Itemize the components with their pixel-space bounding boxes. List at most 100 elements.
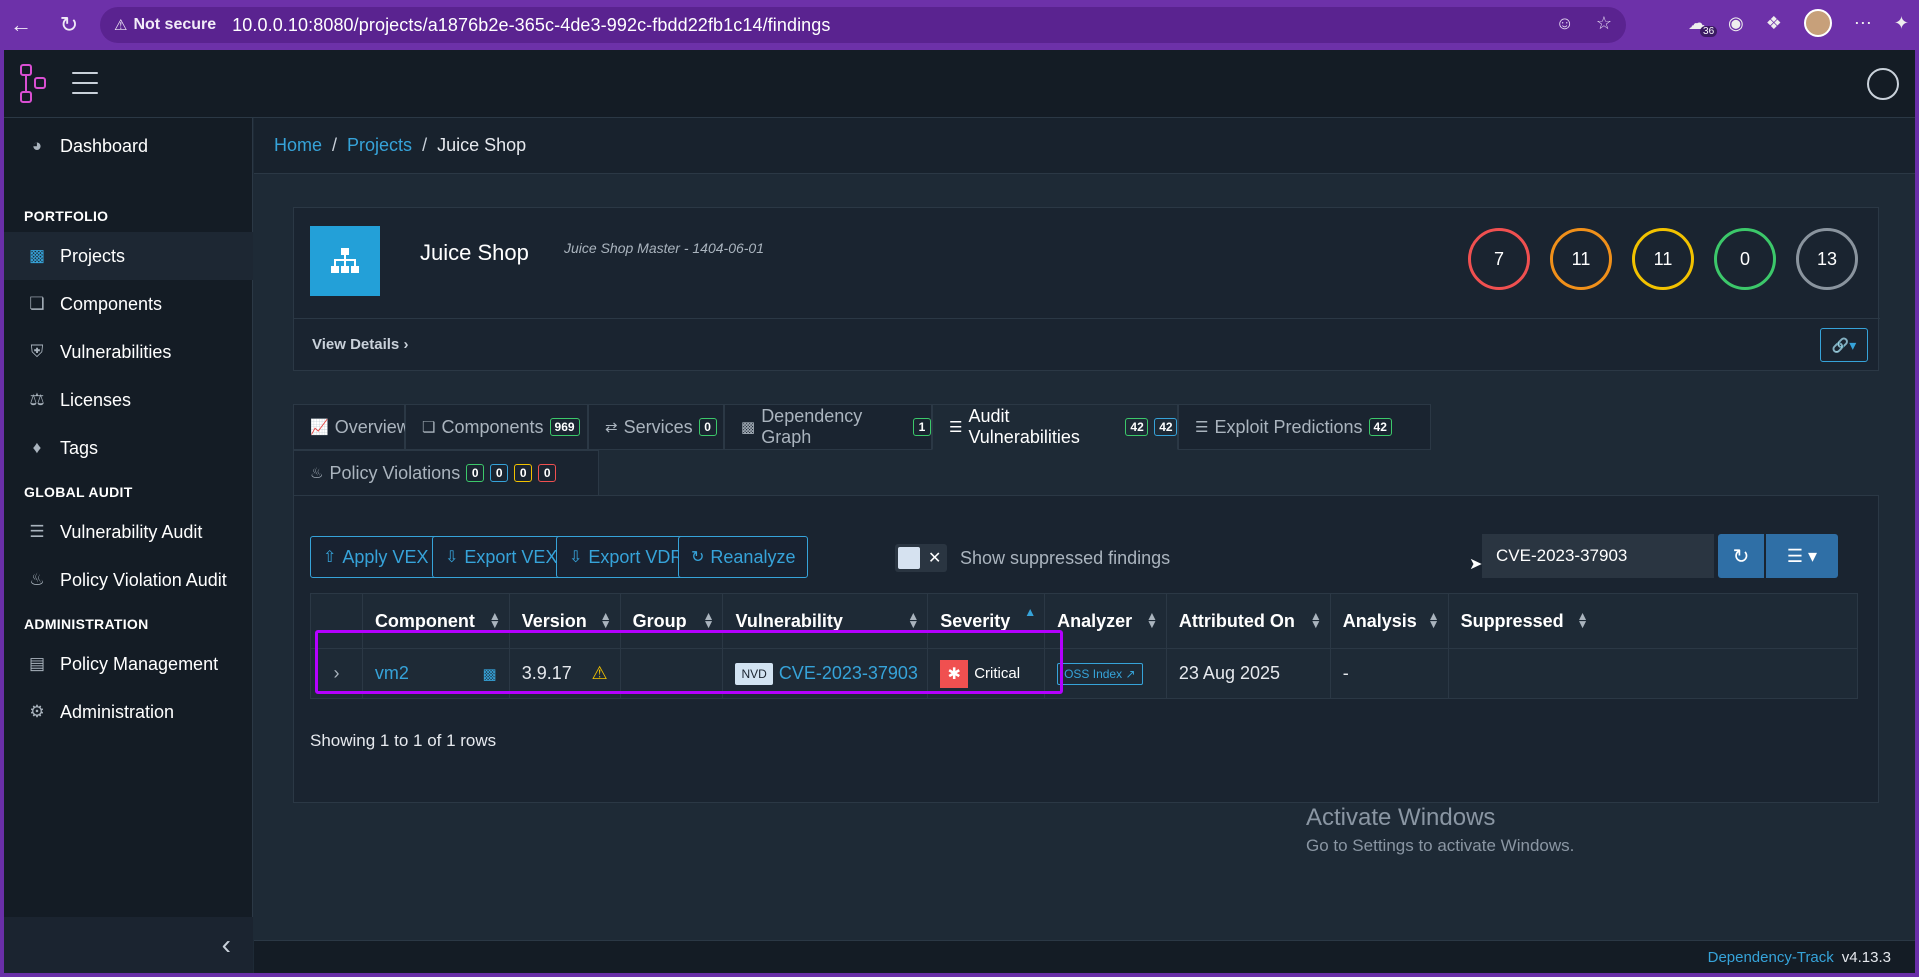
view-details-link[interactable]: View Details › (312, 336, 408, 353)
chart-line-icon: 📈 (310, 419, 329, 436)
bookmark-star-icon[interactable]: ☆ (1596, 13, 1612, 34)
apply-vex-button[interactable]: ⇧ Apply VEX (310, 536, 442, 578)
footer: Dependency-Track v4.13.3 (254, 940, 1915, 973)
column-header-severity[interactable]: Severity ▲ (928, 594, 1046, 648)
sitemap-icon: ▩ (741, 419, 756, 436)
vulnerability-link[interactable]: CVE-2023-37903 (779, 663, 918, 684)
breadcrumb-projects[interactable]: Projects (347, 135, 412, 156)
tab-dependency-graph[interactable]: ▩ Dependency Graph 1 (724, 404, 932, 450)
more-menu-icon[interactable]: ⋯ (1854, 13, 1872, 34)
component-link[interactable]: vm2 (375, 663, 409, 684)
project-links-dropdown-button[interactable]: 🔗▾ (1820, 328, 1868, 362)
balance-scale-icon: ⚖ (29, 390, 45, 409)
sidebar-item-policy-violation-audit[interactable]: ♨ Policy Violation Audit (4, 556, 253, 604)
analysis-cell: - (1331, 649, 1449, 698)
breadcrumb-separator: / (332, 135, 338, 155)
chevron-right-icon: › (403, 336, 409, 353)
reanalyze-button[interactable]: ↻ Reanalyze (678, 536, 809, 578)
show-suppressed-label: Show suppressed findings (960, 548, 1171, 568)
sidebar-item-licenses[interactable]: ⚖ Licenses (4, 376, 253, 424)
app-window: ◕ Dashboard PORTFOLIO ▩ Projects ❏ Compo… (4, 50, 1915, 973)
oss-index-link[interactable]: OSS Index ↗ (1057, 662, 1143, 685)
url-text[interactable]: 10.0.0.10:8080/projects/a1876b2e-365c-4d… (232, 15, 830, 36)
external-link-icon: ↗ (1125, 666, 1136, 681)
sidebar-item-policy-management[interactable]: ▤ Policy Management (4, 640, 253, 688)
hamburger-menu-icon[interactable] (72, 72, 98, 94)
expand-row-chevron-icon[interactable]: › (311, 649, 363, 698)
tab-exploit-predictions[interactable]: ☰ Exploit Predictions 42 (1178, 404, 1431, 450)
refresh-icon: ↻ (691, 549, 705, 566)
link-icon: 🔗▾ (1831, 336, 1857, 353)
sidebar-item-vulnerabilities[interactable]: ⛨ Vulnerabilities (4, 328, 253, 376)
dependency-track-logo-icon[interactable] (20, 64, 48, 104)
column-header-component[interactable]: Component ▲ ▼ (363, 594, 510, 648)
group-cell (621, 649, 724, 698)
severity-cell: ✱ Critical (928, 649, 1046, 698)
list-icon: ☰ ▾ (1786, 545, 1818, 566)
profile-avatar[interactable] (1803, 9, 1832, 37)
export-vex-button[interactable]: ⇩ Export VEX (432, 536, 571, 578)
refresh-table-button[interactable]: ↻ (1718, 534, 1764, 578)
tasks-icon: ☰ (949, 419, 963, 436)
download-icon: ⇩ (569, 549, 583, 566)
cubes-icon: ❏ (422, 419, 436, 436)
table-header: Component ▲ ▼ Version ▲ ▼ Group ▲ ▼ Vulnerabil… (310, 593, 1858, 649)
copilot-icon[interactable]: ✦ (1894, 13, 1909, 34)
extension-icon[interactable]: ☁ 36 (1688, 13, 1718, 37)
column-header-attributed-on[interactable]: Attributed On ▲ ▼ (1167, 594, 1331, 648)
divider (294, 318, 1880, 319)
column-header-vulnerability[interactable]: Vulnerability ▲ ▼ (723, 594, 929, 648)
version-label: v4.13.3 (1841, 948, 1891, 966)
findings-panel: ⇧ Apply VEX ⇩ Export VEX ⇩ Export VDR ↻ Rean… (293, 495, 1879, 803)
address-bar[interactable]: ⚠ Not secure 10.0.0.10:8080/projects/a18… (100, 7, 1626, 43)
sidebar-item-label: Policy Violation Audit (60, 569, 227, 590)
tab-services[interactable]: ⇄ Services 0 (588, 404, 724, 450)
reload-icon[interactable]: ↻ (54, 10, 84, 40)
sort-icon: ▲ ▼ (1427, 609, 1440, 631)
count-badge: 0 (466, 464, 485, 482)
project-sitemap-icon (310, 226, 380, 296)
product-link[interactable]: Dependency-Track (1708, 949, 1834, 966)
sidebar-item-dashboard[interactable]: ◕ Dashboard (4, 122, 253, 170)
medium-count-circle: 11 (1632, 228, 1694, 290)
dashboard-icon: ◕ (31, 136, 43, 155)
sidebar-item-tags[interactable]: ♦ Tags (4, 424, 253, 472)
export-vdr-button[interactable]: ⇩ Export VDR (556, 536, 697, 578)
reader-mode-icon[interactable]: ☺ (1555, 13, 1573, 34)
table-row[interactable]: › vm2 ▩ 3.9.17 ⚠ NVD CVE-2023-37903 ✱ Cr… (310, 649, 1858, 699)
sort-icon: ▲ ▼ (1146, 609, 1158, 631)
tab-audit-vulnerabilities[interactable]: ☰ Audit Vulnerabilities 42 42 (932, 404, 1178, 450)
top-navbar (4, 50, 1915, 118)
breadcrumb-home[interactable]: Home (274, 135, 322, 156)
dependency-graph-icon[interactable]: ▩ (483, 665, 497, 683)
search-input[interactable] (1482, 534, 1714, 578)
tab-overview[interactable]: 📈 Overview (293, 404, 410, 450)
sidebar-collapse-chevron-left-icon[interactable]: ‹ (4, 917, 253, 973)
count-badge: 1 (913, 418, 931, 436)
puzzle-icon[interactable]: ❖ (1766, 13, 1782, 34)
record-icon[interactable]: ◉ (1728, 13, 1744, 34)
column-header-group[interactable]: Group ▲ ▼ (621, 594, 724, 648)
sidebar-item-components[interactable]: ❏ Components (4, 280, 253, 328)
project-version-meta: Juice Shop Master - 1404-06-01 (564, 240, 764, 256)
watermark-title: Activate Windows (1306, 804, 1496, 831)
tab-policy-violations[interactable]: ♨ Policy Violations 0 0 0 0 (293, 450, 599, 496)
sidebar-item-projects[interactable]: ▩ Projects (4, 232, 253, 280)
columns-dropdown-button[interactable]: ☰ ▾ (1766, 534, 1838, 578)
exchange-icon: ⇄ (605, 419, 618, 436)
column-header-analysis[interactable]: Analysis ▲ ▼ (1331, 594, 1449, 648)
back-arrow-icon[interactable]: ← (6, 10, 36, 40)
sidebar-item-vulnerability-audit[interactable]: ☰ Vulnerability Audit (4, 508, 253, 556)
sidebar-item-administration[interactable]: ⚙ Administration (4, 688, 253, 736)
column-header-version[interactable]: Version ▲ ▼ (510, 594, 621, 648)
column-header-suppressed[interactable]: Suppressed ▲ ▼ (1449, 594, 1857, 648)
tab-components[interactable]: ❏ Components 969 (405, 404, 588, 450)
tag-icon: ♦ (32, 438, 42, 457)
show-suppressed-toggle[interactable]: ✕ (895, 544, 947, 572)
sort-icon: ▲ ▼ (907, 609, 920, 631)
column-header-analyzer[interactable]: Analyzer ▲ ▼ (1045, 594, 1167, 648)
user-profile-icon[interactable] (1867, 68, 1899, 100)
version-cell: 3.9.17 ⚠ (510, 649, 621, 698)
warning-icon: ⚠ (114, 17, 128, 34)
main-content: Home / Projects / Juice Shop Juice Shop … (254, 118, 1915, 973)
